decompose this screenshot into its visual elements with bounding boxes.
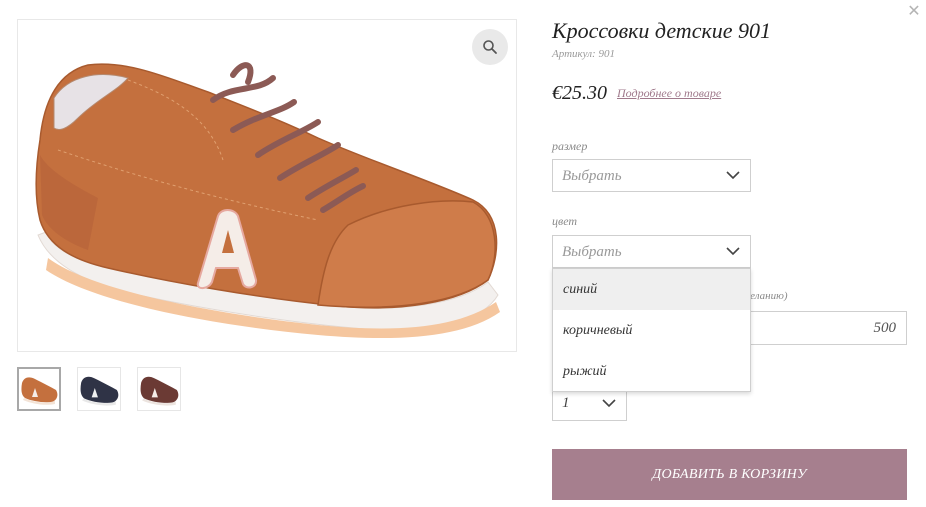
shoe-thumbnail-brown: [140, 376, 179, 406]
product-price: €25.30: [552, 82, 607, 104]
shoe-image: [35, 62, 500, 339]
color-dropdown: синий коричневый рыжий: [552, 268, 751, 392]
amount-input[interactable]: 500: [740, 311, 907, 345]
close-button[interactable]: ✕: [906, 3, 922, 19]
amount-value: 500: [873, 320, 897, 336]
chevron-down-icon: [602, 399, 616, 408]
color-option-ginger[interactable]: рыжий: [553, 351, 750, 392]
zoom-button[interactable]: [472, 29, 508, 65]
size-select-value: Выбрать: [562, 168, 622, 184]
main-product-image[interactable]: [17, 19, 517, 352]
color-select[interactable]: Выбрать: [552, 235, 751, 268]
shoe-thumbnail-orange: [21, 377, 58, 405]
quantity-select[interactable]: 1: [552, 391, 627, 421]
size-label: размер: [552, 139, 588, 153]
size-select[interactable]: Выбрать: [552, 159, 751, 192]
color-option-blue[interactable]: синий: [553, 269, 750, 310]
color-label: цвет: [552, 214, 578, 228]
quantity-value: 1: [562, 395, 570, 411]
shoe-thumbnail-navy: [80, 376, 119, 406]
color-select-value: Выбрать: [562, 244, 622, 260]
chevron-down-icon: [726, 171, 740, 180]
thumbnail-navy[interactable]: [77, 367, 121, 411]
magnifier-icon: [483, 40, 497, 54]
product-title: Кроссовки детские 901: [552, 18, 772, 43]
thumbnail-brown[interactable]: [137, 367, 181, 411]
color-option-brown[interactable]: коричневый: [553, 310, 750, 351]
add-to-cart-button[interactable]: ДОБАВИТЬ В КОРЗИНУ: [552, 449, 907, 500]
thumbnail-orange[interactable]: [17, 367, 61, 411]
product-sku: Артикул: 901: [552, 48, 615, 60]
chevron-down-icon: [726, 247, 740, 256]
close-icon: ✕: [907, 1, 921, 20]
product-details-link[interactable]: Подробнее о товаре: [617, 86, 721, 101]
